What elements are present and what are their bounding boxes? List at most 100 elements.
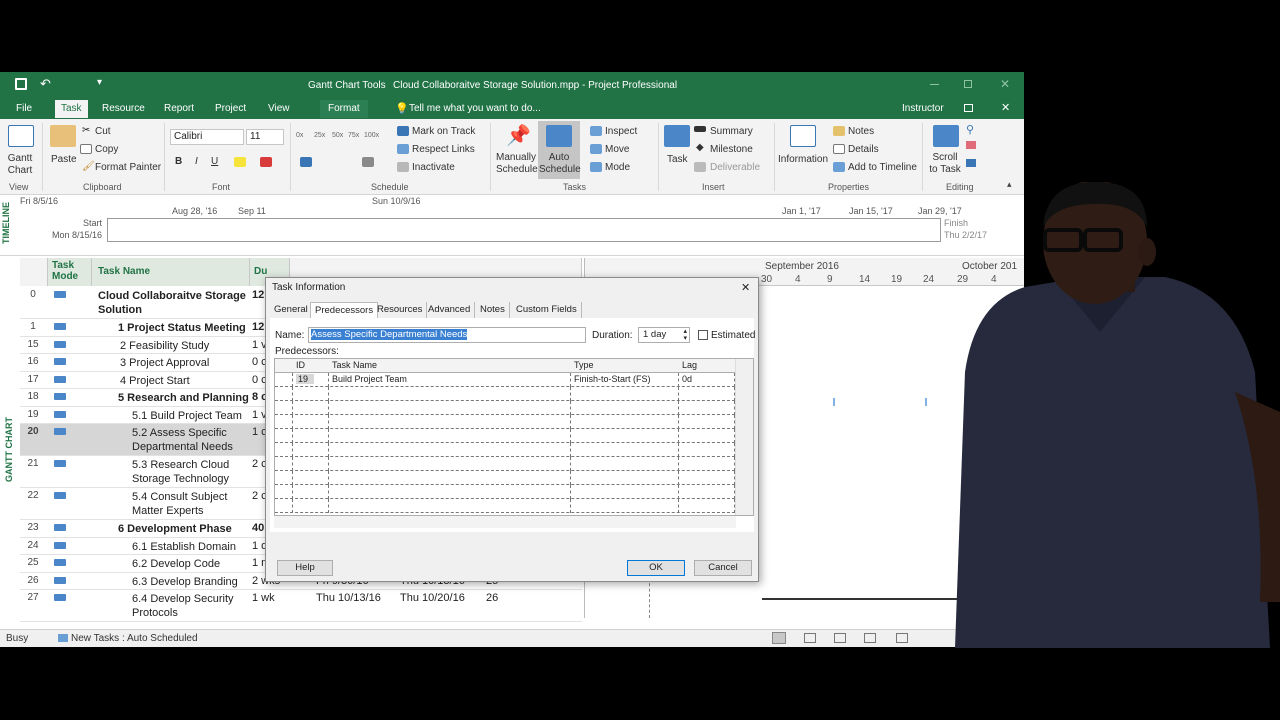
mark-on-track-button[interactable]: Mark on Track <box>412 126 475 137</box>
summary-button[interactable]: Summary <box>710 126 753 137</box>
tell-me-box[interactable]: Tell me what you want to do... <box>409 103 541 114</box>
ok-button[interactable]: OK <box>627 560 685 576</box>
inactivate-icon[interactable] <box>397 162 409 172</box>
milestone-button[interactable]: Milestone <box>710 144 753 155</box>
highlight-color-icon[interactable] <box>234 157 246 167</box>
predecessor-row[interactable]: 19 Build Project Team Finish-to-Start (FS)… <box>275 373 735 387</box>
task-name-header[interactable]: Task Name <box>92 258 250 286</box>
font-size-select[interactable]: 11 <box>246 129 284 145</box>
restore-icon[interactable] <box>964 80 972 88</box>
pred-col-header[interactable]: Task Name <box>332 360 377 370</box>
inspect-button[interactable]: Inspect <box>605 126 637 137</box>
spinner-icon[interactable]: ▴ ▾ <box>683 328 687 342</box>
predecessor-row[interactable] <box>275 485 735 499</box>
duration-field[interactable]: 1 day ▴ ▾ <box>638 327 690 343</box>
paste-button[interactable]: Paste <box>51 154 77 165</box>
pct-50-button[interactable]: 50x <box>332 132 343 139</box>
dialog-tab-notes[interactable]: Notes <box>476 302 510 318</box>
gantt-chart-icon[interactable] <box>8 125 34 147</box>
fill-icon[interactable] <box>966 159 976 167</box>
task-mode-col-header[interactable]: Task Mode <box>48 258 92 286</box>
pred-col-header[interactable]: Type <box>574 360 594 370</box>
italic-button[interactable]: I <box>195 156 198 167</box>
gantt-view-icon[interactable] <box>772 632 786 644</box>
insert-task-icon[interactable] <box>664 125 690 147</box>
pct-100-button[interactable]: 100x <box>364 132 379 139</box>
underline-button[interactable]: U <box>211 156 218 167</box>
mode-button[interactable]: Mode <box>605 162 630 173</box>
task-usage-icon[interactable] <box>804 633 816 643</box>
mode-icon[interactable] <box>590 162 602 172</box>
move-icon[interactable] <box>590 144 602 154</box>
team-planner-icon[interactable] <box>834 633 846 643</box>
respect-links-button[interactable]: Respect Links <box>412 144 475 155</box>
predecessor-row[interactable] <box>275 429 735 443</box>
pct-75-button[interactable]: 75x <box>348 132 359 139</box>
save-icon[interactable] <box>15 78 27 90</box>
auto-schedule-button[interactable]: Auto Schedule <box>539 152 581 176</box>
dialog-tab-resources[interactable]: Resources <box>373 302 428 318</box>
milestone-icon[interactable]: ◆ <box>696 142 704 153</box>
horizontal-scrollbar[interactable] <box>274 516 736 528</box>
predecessor-row[interactable] <box>275 415 735 429</box>
timeline-bar[interactable] <box>107 218 941 242</box>
pred-col-header[interactable]: Lag <box>682 360 697 370</box>
manually-schedule-button[interactable]: Manually Schedule <box>496 152 538 176</box>
respect-links-icon[interactable] <box>397 144 409 154</box>
dialog-tab-predecessors[interactable]: Predecessors <box>310 302 379 318</box>
tab-project[interactable]: Project <box>215 103 246 114</box>
information-button[interactable]: Information <box>778 154 828 165</box>
status-new-tasks[interactable]: New Tasks : Auto Scheduled <box>71 633 198 644</box>
undo-icon[interactable]: ↶ <box>40 76 51 92</box>
predecessor-row[interactable] <box>275 471 735 485</box>
report-icon[interactable] <box>896 633 908 643</box>
vertical-scrollbar[interactable] <box>735 359 753 515</box>
pct-0-button[interactable]: 0x <box>296 132 303 139</box>
estimated-checkbox[interactable] <box>698 330 708 340</box>
predecessor-row[interactable] <box>275 499 735 513</box>
task-mode-header[interactable] <box>20 258 48 286</box>
predecessor-row[interactable] <box>275 443 735 457</box>
cut-button[interactable]: Cut <box>95 126 111 137</box>
copy-icon[interactable] <box>80 144 92 154</box>
notes-icon[interactable] <box>833 126 845 136</box>
table-row[interactable]: 27 6.4 Develop Security Protocols 1 wk Thu … <box>20 590 582 622</box>
add-to-timeline-button[interactable]: Add to Timeline <box>848 162 917 173</box>
timeline-pane[interactable]: TIMELINE Fri 8/5/16 Aug 28, '16 Sep 11 S… <box>0 196 1024 256</box>
tab-task[interactable]: Task <box>55 100 88 118</box>
scroll-to-task-button[interactable]: Scroll to Task <box>928 152 962 176</box>
ribbon-display-icon[interactable] <box>964 104 973 112</box>
details-icon[interactable] <box>833 144 845 154</box>
tab-format[interactable]: Format <box>320 100 368 118</box>
cut-icon[interactable]: ✂ <box>82 125 90 136</box>
user-name[interactable]: Instructor <box>902 103 944 114</box>
format-painter-icon[interactable]: 🖌 <box>82 161 95 172</box>
find-icon[interactable]: ⚲ <box>966 123 974 136</box>
dialog-close-icon[interactable]: ✕ <box>741 281 750 294</box>
pct-25-button[interactable]: 25x <box>314 132 325 139</box>
predecessors-table[interactable]: ID Task Name Type Lag 19 Build Project Team Fi… <box>274 358 754 516</box>
pred-col-header[interactable]: ID <box>296 360 305 370</box>
minimize-icon[interactable] <box>930 84 939 85</box>
format-painter-button[interactable]: Format Painter <box>95 162 161 173</box>
notes-button[interactable]: Notes <box>848 126 874 137</box>
inactivate-button[interactable]: Inactivate <box>412 162 455 173</box>
tab-report[interactable]: Report <box>164 103 194 114</box>
help-button[interactable]: Help <box>277 560 333 576</box>
summary-icon[interactable] <box>694 126 706 132</box>
close-file-icon[interactable]: ✕ <box>1001 101 1010 114</box>
auto-schedule-icon[interactable] <box>546 125 572 147</box>
scroll-to-task-icon[interactable] <box>933 125 959 147</box>
close-window-icon[interactable]: ✕ <box>1000 77 1010 91</box>
font-family-select[interactable]: Calibri <box>170 129 244 145</box>
mark-on-track-icon[interactable] <box>397 126 409 136</box>
gantt-chart-button[interactable]: Gantt Chart <box>6 153 34 177</box>
dialog-tab-custom-fields[interactable]: Custom Fields <box>512 302 582 318</box>
indent-icon[interactable] <box>300 157 312 167</box>
add-to-timeline-icon[interactable] <box>833 162 845 172</box>
clear-icon[interactable] <box>966 141 976 149</box>
font-color-icon[interactable] <box>260 157 272 167</box>
resource-sheet-icon[interactable] <box>864 633 876 643</box>
dialog-tab-general[interactable]: General <box>270 302 313 318</box>
tab-view[interactable]: View <box>268 103 290 114</box>
